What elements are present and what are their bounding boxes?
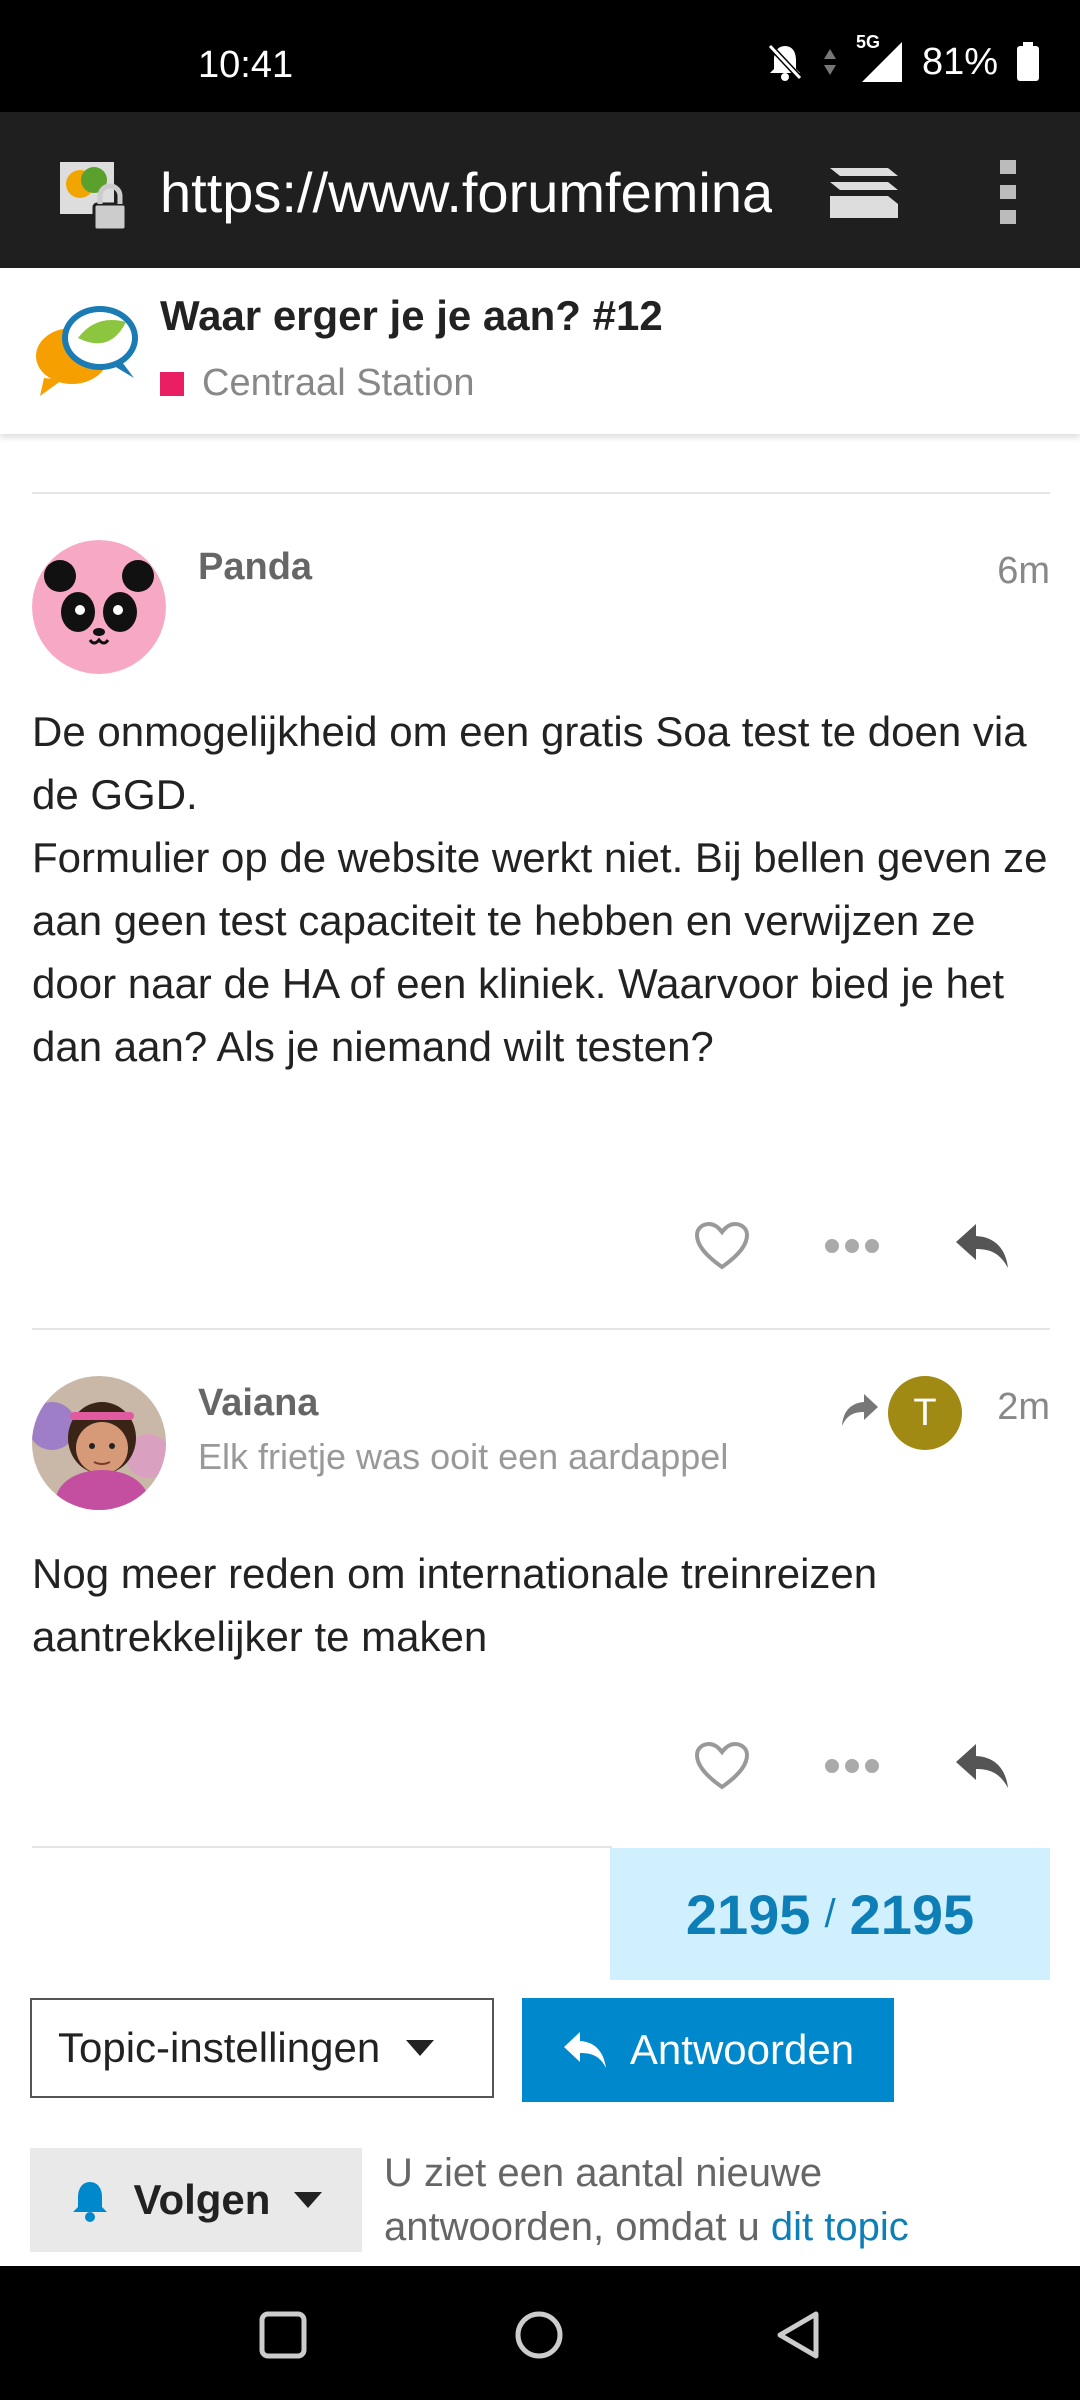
site-lock-icon[interactable] [58, 160, 136, 238]
status-time: 10:41 [198, 44, 294, 86]
category-label: Centraal Station [202, 362, 475, 404]
status-icons: 5G 81% [766, 32, 1040, 84]
battery-icon [1017, 42, 1039, 81]
bell-icon [72, 2182, 107, 2222]
post-body: Nog meer reden om internationale treinre… [32, 1550, 878, 1660]
reply-to-avatar[interactable]: T [888, 1376, 962, 1450]
tabs-icon[interactable] [826, 162, 902, 222]
category-color-swatch [160, 371, 184, 396]
reply-icon [563, 2032, 606, 2068]
menu-icon[interactable] [996, 156, 1020, 228]
notification-notice: U ziet een aantal nieuwe antwoorden, omd… [384, 2146, 1024, 2266]
topic-settings-dropdown[interactable]: Topic-instellingen [30, 1998, 494, 2098]
topic-header: Waar erger je je aan? #12 Centraal Stati… [0, 268, 1080, 434]
post-username[interactable]: Panda [198, 546, 312, 589]
caret-down-icon [294, 2192, 323, 2208]
reply-icon [956, 1224, 1008, 1268]
like-button[interactable] [684, 1738, 760, 1794]
post-age[interactable]: 2m [997, 1386, 1050, 1429]
post-username[interactable]: Vaiana [198, 1382, 318, 1425]
ellipsis-icon [825, 1759, 879, 1773]
post-actions [684, 1738, 1020, 1794]
ellipsis-icon [825, 1239, 879, 1253]
topic-category[interactable]: Centraal Station [160, 362, 475, 405]
status-bar: 10:41 5G 81% [0, 0, 1080, 112]
post-age[interactable]: 6m [997, 550, 1050, 593]
panda-avatar[interactable] [32, 540, 166, 674]
post-divider [32, 1328, 1050, 1330]
post-body: De onmogelijkheid om een gratis Soa test… [32, 708, 1048, 1070]
post-divider [32, 1846, 612, 1848]
data-arrows-icon [823, 49, 836, 75]
bell-off-icon [767, 43, 803, 81]
browser-toolbar: https://www.forumfemina [0, 112, 1080, 268]
topic-settings-label: Topic-instellingen [58, 2024, 381, 2071]
like-button[interactable] [684, 1218, 760, 1274]
vaiana-avatar[interactable] [32, 1376, 166, 1510]
topic-title[interactable]: Waar erger je je aan? #12 [160, 292, 663, 340]
follow-label: Volgen [133, 2176, 271, 2223]
back-icon[interactable] [774, 2310, 824, 2360]
recents-icon[interactable] [258, 2310, 308, 2360]
post-panda: Panda 6m De onmogelijkheid om een gratis… [32, 540, 1050, 1300]
caret-down-icon [406, 2040, 435, 2056]
topic-progress[interactable]: 2195 / 2195 [610, 1848, 1050, 1980]
system-navigation-bar [0, 2266, 1080, 2400]
progress-current: 2195 [685, 1882, 811, 1946]
follow-dropdown[interactable]: Volgen [30, 2148, 362, 2252]
notice-topic-link[interactable]: dit topic [771, 2205, 909, 2249]
reply-button[interactable]: Antwoorden [522, 1998, 894, 2102]
post-user-title: Elk frietje was ooit een aardappel [198, 1436, 729, 1477]
reply-button-label: Antwoorden [629, 2026, 855, 2073]
post-divider [32, 492, 1050, 494]
more-button[interactable] [814, 1738, 890, 1794]
reply-to-avatar-letter: T [913, 1391, 937, 1434]
home-icon[interactable] [514, 2310, 564, 2360]
post-actions [684, 1218, 1020, 1274]
reply-to-post-button[interactable] [944, 1738, 1020, 1794]
reply-icon [956, 1744, 1008, 1788]
progress-total: 2195 [849, 1882, 975, 1946]
signal-icon: 5G [856, 32, 904, 84]
more-button[interactable] [814, 1218, 890, 1274]
heart-icon [694, 1221, 750, 1270]
progress-separator: / [824, 1891, 836, 1936]
url-bar[interactable]: https://www.forumfemina [160, 160, 772, 225]
forum-logo-icon[interactable] [30, 298, 142, 398]
notice-text: U ziet een aantal nieuwe antwoorden, omd… [384, 2151, 823, 2249]
battery-percent: 81% [921, 40, 998, 83]
heart-icon [694, 1741, 750, 1790]
reply-to-arrow-icon[interactable] [840, 1392, 880, 1428]
reply-to-post-button[interactable] [944, 1218, 1020, 1274]
post-vaiana: Vaiana Elk frietje was ooit een aardappe… [32, 1376, 1050, 1816]
